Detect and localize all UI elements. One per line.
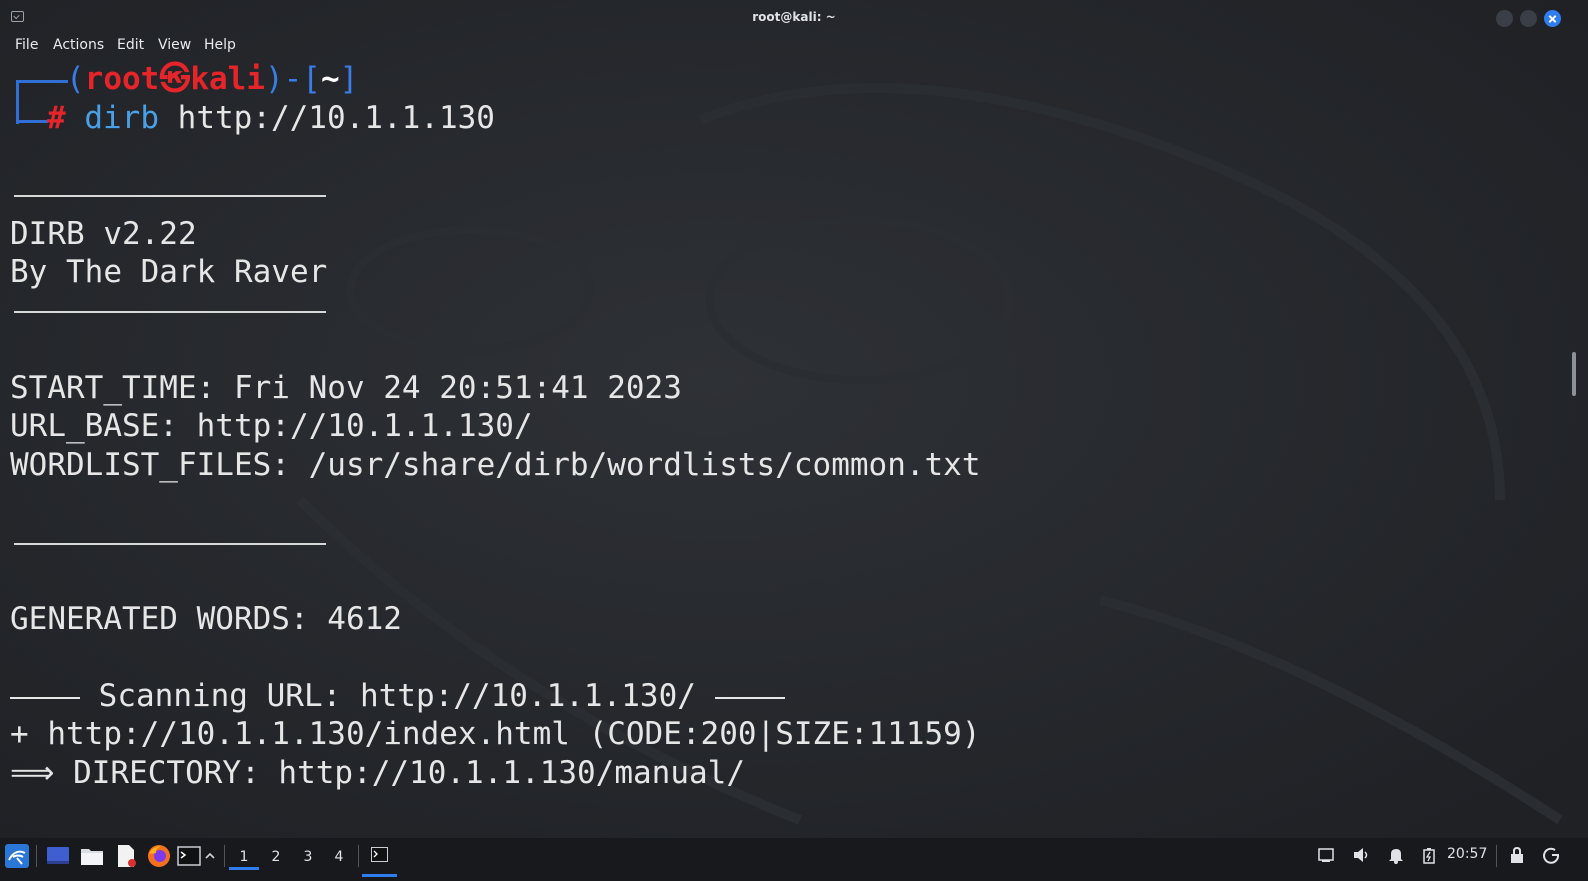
workspace-1[interactable]: 1 [229, 844, 259, 870]
workspace-2[interactable]: 2 [261, 844, 291, 870]
prompt-frame-top [16, 80, 68, 83]
title-bar[interactable]: root@kali: ~ [0, 0, 1588, 36]
clock[interactable]: 20:57 [1447, 846, 1487, 862]
terminal-window: root@kali: ~ File Actions Edit View Help… [0, 0, 1588, 846]
taskbar-separator [36, 845, 37, 867]
scrollbar-thumb[interactable] [1572, 352, 1576, 396]
menu-bar: File Actions Edit View Help [0, 36, 1588, 58]
prompt-close: )-[ [264, 61, 321, 97]
menu-help[interactable]: Help [204, 37, 236, 53]
command-argument: http://10.1.1.130 [159, 100, 495, 136]
notification-bell-icon[interactable] [1388, 846, 1404, 864]
separator-rule [14, 543, 326, 545]
banner-name: DIRB v2.22 [10, 216, 197, 252]
prompt-dir: ~ [320, 61, 340, 97]
scanning-text: Scanning URL: http://10.1.1.130/ [80, 678, 715, 714]
start-time-line: START_TIME: Fri Nov 24 20:51:41 2023 [10, 370, 682, 406]
file-manager-icon[interactable] [80, 844, 104, 868]
generated-words-line: GENERATED WORDS: 4612 [10, 601, 402, 637]
separator-rule [14, 311, 326, 313]
prompt-line: (root㉿kali)-[~] [66, 60, 358, 98]
prompt-open: ( [66, 61, 85, 97]
prompt-user: root [84, 61, 160, 97]
menu-edit[interactable]: Edit [117, 37, 144, 53]
terminal-task-icon [371, 847, 388, 862]
command-name: dirb [84, 100, 159, 136]
taskbar-separator [358, 845, 359, 867]
minimize-button[interactable] [1496, 10, 1513, 27]
kali-menu-icon[interactable] [5, 844, 29, 868]
workspace-3[interactable]: 3 [293, 844, 323, 870]
wordlist-line: WORDLIST_FILES: /usr/share/dirb/wordlist… [10, 447, 981, 483]
command-line: # dirb http://10.1.1.130 [47, 99, 495, 137]
network-icon[interactable] [1318, 847, 1334, 863]
chevron-up-icon[interactable] [204, 850, 216, 862]
taskbar: 1 2 3 4 20:57 [0, 838, 1588, 881]
text-editor-icon[interactable] [114, 844, 138, 868]
workspace-4[interactable]: 4 [324, 844, 354, 870]
scanning-line: Scanning URL: http://10.1.1.130/ [10, 677, 785, 715]
prompt-frame-left [16, 80, 23, 124]
battery-icon[interactable] [1423, 847, 1435, 864]
window-title: root@kali: ~ [752, 10, 836, 24]
taskbar-separator [224, 845, 225, 867]
dash-left [10, 696, 80, 699]
banner-author: By The Dark Raver [10, 254, 328, 290]
desktop-icon[interactable] [46, 844, 70, 868]
lock-icon[interactable] [1509, 846, 1525, 864]
prompt-frame-bottom [16, 120, 48, 123]
directory-line: ⟹ DIRECTORY: http://10.1.1.130/manual/ [10, 755, 745, 791]
volume-icon[interactable] [1352, 846, 1370, 864]
firefox-icon[interactable] [147, 844, 171, 868]
terminal-task-button[interactable] [362, 840, 397, 877]
prompt-at-icon: ㉿ [159, 61, 191, 97]
menu-file[interactable]: File [15, 37, 38, 53]
close-button[interactable] [1544, 10, 1561, 27]
found-line: + http://10.1.1.130/index.html (CODE:200… [10, 716, 981, 752]
dash-right [714, 696, 785, 699]
separator-rule [14, 195, 326, 197]
menu-view[interactable]: View [158, 37, 191, 53]
menu-actions[interactable]: Actions [53, 37, 104, 53]
terminal-icon[interactable] [177, 844, 201, 868]
prompt-dir-close: ] [339, 61, 359, 97]
terminal-output[interactable]: (root㉿kali)-[~] # dirb http://10.1.1.130… [0, 58, 1568, 838]
taskbar-separator [1496, 845, 1497, 867]
prompt-host: kali [190, 61, 265, 97]
url-base-line: URL_BASE: http://10.1.1.130/ [10, 408, 533, 444]
prompt-hash: # [47, 100, 66, 136]
power-icon[interactable] [1543, 846, 1561, 864]
maximize-button[interactable] [1520, 10, 1537, 27]
